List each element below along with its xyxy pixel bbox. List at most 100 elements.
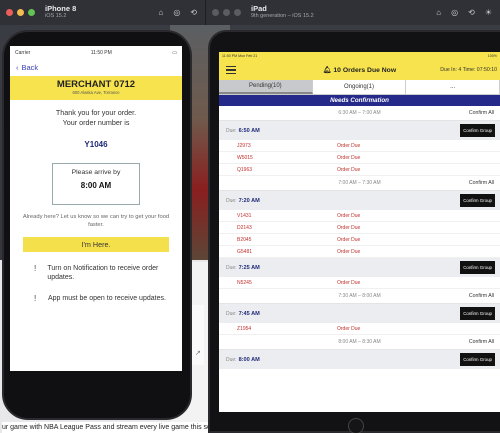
time-range-label: 6:30 AM – 7:00 AM	[338, 110, 381, 116]
order-row[interactable]: W5015 Order Due	[219, 152, 500, 164]
order-row[interactable]: B2045 Order Due	[219, 234, 500, 246]
confirm-group-button[interactable]: Confirm Group	[460, 307, 495, 320]
order-row[interactable]: Z1954 Order Due	[219, 323, 500, 335]
confirm-group-button[interactable]: Confirm Group	[460, 261, 495, 274]
home-icon[interactable]: ⌂	[436, 8, 441, 17]
order-id: J2973	[237, 142, 251, 149]
screenshot-icon[interactable]: ◎	[173, 8, 180, 17]
status-time: 11:50 PM Mon Feb 21	[222, 54, 258, 58]
time-range-label: 8:00 AM – 8:30 AM	[338, 339, 381, 345]
order-status: Order Due	[337, 154, 361, 161]
confirm-group-button[interactable]: Confirm Group	[460, 194, 495, 207]
order-row[interactable]: N5245 Order Due	[219, 277, 500, 289]
exclamation-icon: !	[34, 294, 37, 303]
due-prefix: Due:	[226, 264, 237, 271]
simulator-os-version: 9th generation – iOS 15.2	[251, 13, 314, 19]
app-open-note: ! App must be open to receive updates.	[10, 294, 182, 303]
order-row[interactable]: G5481 Order Due	[219, 246, 500, 258]
order-id: B2045	[237, 236, 252, 243]
status-time: 11:50 PM	[90, 49, 112, 56]
home-icon[interactable]: ⌂	[158, 8, 163, 17]
order-row[interactable]: V1431 Order Due	[219, 210, 500, 222]
zoom-window-button[interactable]	[28, 9, 35, 16]
rotate-icon[interactable]: ⟲	[190, 8, 197, 17]
order-status: Order Due	[337, 212, 361, 219]
needs-confirmation-banner: Needs Confirmation	[219, 95, 500, 106]
status-bar: 11:50 PM Mon Feb 21 100%	[219, 52, 500, 60]
rotate-icon[interactable]: ⟲	[468, 8, 475, 17]
simulator-device-name: iPhone 8	[45, 4, 77, 13]
orders-due-text: 10 Orders Due Now	[333, 67, 397, 74]
due-group-header: Due: 7:45 AM Confirm Group	[219, 304, 500, 323]
time-range-row: 7:00 AM – 7:30 AM Confirm All	[219, 176, 500, 191]
due-prefix: Due:	[226, 310, 237, 317]
bell-icon: 🔔︎	[322, 67, 332, 74]
order-status: Order Due	[337, 142, 361, 149]
due-in-timer: Due In: 4 Time: 07:50:10	[440, 67, 497, 73]
arrive-by-box: Please arrive by 8:00 AM	[52, 163, 140, 205]
im-here-button[interactable]: I'm Here.	[23, 237, 169, 252]
orders-header: 🔔︎ 10 Orders Due Now Due In: 4 Time: 07:…	[219, 60, 500, 80]
screenshot-icon[interactable]: ◎	[451, 8, 458, 17]
note-text: Turn on Notification to receive order up…	[47, 265, 159, 281]
order-status: Order Due	[337, 224, 361, 231]
due-time: 7:25 AM	[238, 264, 260, 271]
order-row[interactable]: D2143 Order Due	[219, 222, 500, 234]
ipad-simulator-titlebar[interactable]: iPad 9th generation – iOS 15.2 ⌂ ◎ ⟲ ☀	[205, 0, 500, 25]
order-id: Z1954	[237, 325, 252, 332]
back-label: Back	[21, 63, 39, 72]
order-id: N5245	[237, 279, 252, 286]
order-id: G5481	[237, 248, 253, 255]
order-id: D2143	[237, 224, 252, 231]
brightness-icon[interactable]: ☀	[485, 8, 492, 17]
order-row[interactable]: Q1963 Order Due	[219, 164, 500, 176]
due-group-header: Due: 7:20 AM Confirm Group	[219, 191, 500, 210]
arrive-by-label: Please arrive by	[71, 169, 121, 176]
due-time: 8:00 AM	[238, 356, 260, 363]
merchant-address: 600 Alaska Ave, Torrance	[72, 90, 120, 95]
ipad-home-button[interactable]	[348, 418, 364, 433]
thank-you-line: Thank you for your order.	[55, 108, 137, 117]
zoom-window-button[interactable]	[234, 9, 241, 16]
due-prefix: Due:	[226, 356, 237, 363]
close-window-button[interactable]	[212, 9, 219, 16]
due-group-header: Due: 8:00 AM Confirm Group	[219, 350, 500, 369]
tab-ongoing[interactable]: Ongoing(1)	[312, 80, 407, 94]
background-page-caption: ur game with NBA League Pass and stream …	[2, 422, 232, 433]
close-window-button[interactable]	[6, 9, 13, 16]
confirm-all-button[interactable]: Confirm All	[469, 110, 494, 116]
confirm-group-button[interactable]: Confirm Group	[460, 124, 495, 137]
share-icon[interactable]: ↗	[195, 349, 201, 357]
ipad-screen: 11:50 PM Mon Feb 21 100% 🔔︎ 10 Orders Du…	[219, 52, 500, 412]
window-controls[interactable]	[6, 9, 35, 16]
iphone-simulator-titlebar[interactable]: iPhone 8 iOS 15.2 ⌂ ◎ ⟲	[0, 0, 205, 25]
back-button[interactable]: ‹ Back	[10, 59, 182, 76]
chevron-left-icon: ‹	[16, 63, 19, 72]
order-id: W5015	[237, 154, 253, 161]
time-range-label: 7:00 AM – 7:30 AM	[338, 180, 381, 186]
status-bar: Carrier 11:50 PM ▭	[10, 46, 182, 59]
order-status: Order Due	[337, 279, 361, 286]
due-time: 7:20 AM	[238, 197, 260, 204]
tab-pending[interactable]: Pending(10)	[219, 80, 313, 94]
due-time: 7:45 AM	[238, 310, 260, 317]
confirm-all-button[interactable]: Confirm All	[469, 293, 494, 299]
minimize-window-button[interactable]	[17, 9, 24, 16]
iphone-screen: Carrier 11:50 PM ▭ ‹ Back MERCHANT 0712 …	[10, 46, 182, 371]
due-prefix: Due:	[226, 197, 237, 204]
time-range-row: 7:30 AM – 8:00 AM Confirm All	[219, 289, 500, 304]
due-group-header: Due: 7:25 AM Confirm Group	[219, 258, 500, 277]
battery-icon: ▭	[172, 49, 177, 56]
confirm-all-button[interactable]: Confirm All	[469, 339, 494, 345]
confirm-group-button[interactable]: Confirm Group	[460, 353, 495, 366]
carrier-label: Carrier	[15, 49, 31, 56]
window-controls[interactable]	[212, 9, 241, 16]
exclamation-icon: !	[34, 264, 37, 273]
confirm-all-button[interactable]: Confirm All	[469, 180, 494, 186]
order-row[interactable]: J2973 Order Due	[219, 140, 500, 152]
order-status: Order Due	[337, 325, 361, 332]
tab-more[interactable]: ...	[406, 80, 500, 94]
simulator-device-name: iPad	[251, 4, 267, 13]
minimize-window-button[interactable]	[223, 9, 230, 16]
time-range-row: 8:00 AM – 8:30 AM Confirm All	[219, 335, 500, 350]
